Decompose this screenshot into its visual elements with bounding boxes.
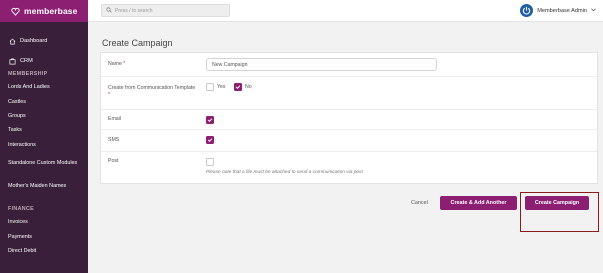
user-menu[interactable]: Memberbase Admin: [520, 3, 596, 18]
template-row: Create from Communication Template * Yes…: [101, 77, 597, 110]
create-campaign-button[interactable]: Create Campaign: [525, 196, 589, 210]
sidebar-item-crm[interactable]: CRM: [0, 54, 88, 68]
page-title: Create Campaign: [102, 38, 173, 48]
sidebar-item-payments[interactable]: Payments: [0, 229, 88, 243]
section-heading-membership: MEMBERSHIP: [8, 71, 48, 77]
sidebar-item-standalone-custom-modules[interactable]: Standalone Custom Modules: [0, 152, 88, 175]
brand-name: memberbase: [24, 6, 78, 16]
email-option[interactable]: [206, 116, 214, 124]
chevron-down-icon: [591, 7, 596, 14]
create-campaign-form: Name * New Campaign Create from Communic…: [100, 52, 598, 184]
name-field[interactable]: New Campaign: [206, 58, 437, 71]
search-icon: [106, 6, 112, 15]
post-option[interactable]: [206, 158, 214, 166]
home-icon: [8, 37, 16, 45]
sms-checkbox[interactable]: [206, 136, 214, 144]
search-input[interactable]: Press / to search: [101, 4, 230, 17]
create-campaign-label: Create Campaign: [534, 200, 580, 206]
sidebar-item-dashboard[interactable]: Dashboard: [0, 34, 88, 48]
post-row: Post Please note that a file must be att…: [101, 152, 597, 185]
sidebar-item-lords-and-ladies[interactable]: Lords And Ladies: [0, 80, 88, 94]
post-note: Please note that a file must be attached…: [206, 170, 363, 175]
avatar: [520, 4, 534, 17]
section-heading-finance: FINANCE: [8, 205, 35, 212]
sidebar-item-label: Dashboard: [20, 38, 48, 44]
email-label: Email: [108, 116, 121, 122]
create-and-add-another-button[interactable]: Create & Add Another: [440, 196, 517, 210]
sidebar: memberbase Dashboard CRM MEMBERSHIP Lord…: [0, 0, 88, 273]
brand[interactable]: memberbase: [0, 0, 88, 22]
template-no-label: No: [245, 84, 252, 90]
crm-icon: [8, 57, 16, 65]
template-label: Create from Communication Template *: [108, 85, 196, 98]
create-and-add-another-label: Create & Add Another: [450, 200, 507, 206]
sms-option[interactable]: [206, 136, 214, 144]
email-row: Email: [101, 110, 597, 130]
top-bar: Press / to search Memberbase Admin: [88, 0, 603, 22]
sidebar-item-castles[interactable]: Castles: [0, 94, 88, 108]
post-checkbox[interactable]: [206, 158, 214, 166]
name-row: Name * New Campaign: [101, 53, 597, 77]
user-name: Memberbase Admin: [537, 7, 587, 14]
name-label: Name *: [108, 61, 126, 67]
sidebar-item-interactions[interactable]: Interactions: [0, 138, 88, 152]
sidebar-item-mothers-maiden-names[interactable]: Mother's Maiden Names: [0, 175, 88, 198]
sms-row: SMS: [101, 130, 597, 152]
cancel-button[interactable]: Cancel: [411, 200, 428, 206]
template-yes-label: Yes: [217, 84, 226, 90]
sms-label: SMS: [108, 137, 120, 143]
memberbase-logo-icon: [11, 7, 20, 16]
sidebar-item-direct-debit[interactable]: Direct Debit: [0, 244, 88, 258]
sidebar-item-label: CRM: [20, 58, 33, 64]
sidebar-item-invoices[interactable]: Invoices: [0, 215, 88, 229]
post-label: Post: [108, 158, 119, 164]
sidebar-item-tasks[interactable]: Tasks: [0, 123, 88, 137]
template-no-checkbox[interactable]: [234, 83, 242, 91]
template-option-no[interactable]: No: [234, 83, 252, 91]
template-option-yes[interactable]: Yes: [206, 83, 225, 91]
search-placeholder: Press / to search: [115, 7, 153, 14]
template-yes-checkbox[interactable]: [206, 83, 214, 91]
sidebar-item-groups[interactable]: Groups: [0, 109, 88, 123]
email-checkbox[interactable]: [206, 116, 214, 124]
name-field-value: New Campaign: [212, 61, 248, 68]
